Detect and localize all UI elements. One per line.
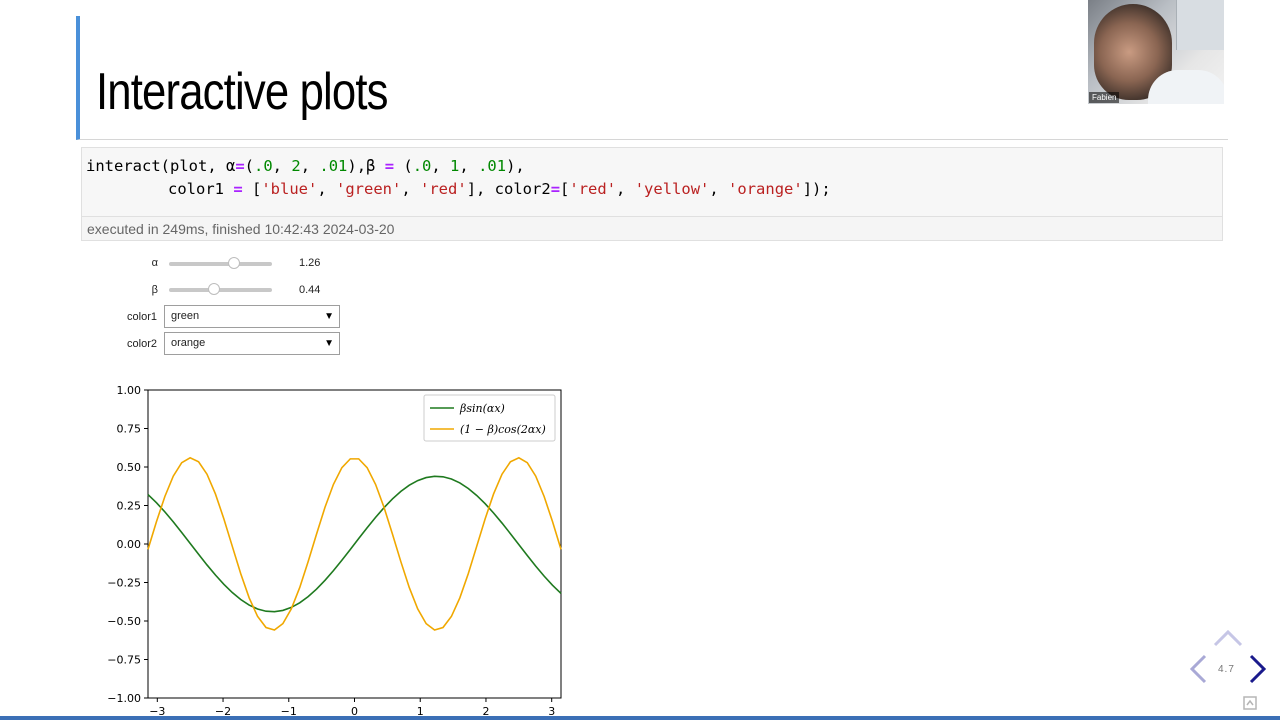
beta-slider-handle[interactable]: [208, 283, 221, 295]
progress-bar: [0, 716, 1280, 720]
y-tick-label: 0.75: [117, 423, 142, 436]
y-tick-label: 0.25: [117, 500, 142, 513]
beta-slider-track[interactable]: [169, 288, 272, 292]
chevron-up-icon[interactable]: [1212, 628, 1244, 648]
webcam-video: [1088, 0, 1224, 104]
code-line-1: interact(plot, α=(.0, 2, .01),β = (.0, 1…: [86, 157, 525, 175]
color2-selected-value: orange: [171, 337, 206, 349]
y-tick-label: 0.00: [117, 538, 142, 551]
overview-icon[interactable]: [1243, 696, 1257, 710]
alpha-slider-handle[interactable]: [227, 257, 240, 269]
slide-title: Interactive plots: [96, 63, 388, 121]
execution-info: executed in 249ms, finished 10:42:43 202…: [81, 217, 1223, 241]
y-tick-label: 0.50: [117, 461, 142, 474]
color2-dropdown[interactable]: orange ▼: [164, 332, 340, 355]
color1-label: color1: [127, 311, 157, 323]
alpha-slider-value: 1.26: [299, 257, 321, 269]
color2-label: color2: [127, 338, 157, 350]
color1-selected-value: green: [171, 310, 200, 322]
y-tick-label: 1.00: [117, 384, 142, 397]
y-tick-label: −0.50: [107, 615, 141, 628]
legend-label: (1 − β)cos(2αx): [460, 423, 546, 436]
y-tick-label: −0.75: [107, 654, 141, 667]
beta-slider-label: β: [151, 284, 158, 296]
line-chart: 1.00 0.75 0.50 0.25 0.00 −0.25 −0.50 −0.75 −1.00…: [107, 384, 562, 718]
chevron-down-icon: ▼: [324, 338, 334, 349]
code-cell[interactable]: interact(plot, α=(.0, 2, .01),β = (.0, 1…: [81, 147, 1223, 217]
legend-label: βsin(αx): [459, 402, 505, 415]
webcam-name-tag: Fabien: [1089, 92, 1120, 103]
slide-title-box: Interactive plots: [76, 16, 1228, 140]
y-tick-label: −1.00: [107, 692, 141, 705]
alpha-slider-label: α: [151, 257, 158, 269]
slide-number: 4.7: [1218, 664, 1235, 675]
alpha-slider-track[interactable]: [169, 262, 272, 266]
y-tick-label: −0.25: [107, 577, 141, 590]
color1-dropdown[interactable]: green ▼: [164, 305, 340, 328]
chevron-down-icon: ▼: [324, 311, 334, 322]
chevron-right-icon[interactable]: [1248, 653, 1268, 685]
chevron-left-icon[interactable]: [1188, 653, 1208, 685]
beta-slider-value: 0.44: [299, 284, 321, 296]
code-line-2: color1 = ['blue', 'green', 'red'], color…: [168, 180, 831, 198]
